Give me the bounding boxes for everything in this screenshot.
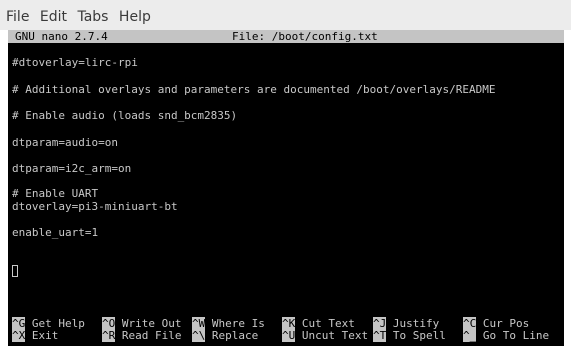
shortcut-key: ^\ xyxy=(192,329,206,342)
shortcut-label: Read File xyxy=(121,329,182,342)
shortcut-label: Exit xyxy=(31,329,59,342)
text-line[interactable]: # Enable UART xyxy=(12,187,98,200)
shortcut-key: ^X xyxy=(12,329,26,342)
shortcut-key: ^_ xyxy=(463,329,477,342)
menu-tabs[interactable]: Tabs xyxy=(77,9,108,25)
shortcut-label: Uncut Text xyxy=(301,329,369,342)
text-line[interactable]: #dtoverlay=lirc-rpi xyxy=(12,56,138,69)
text-line[interactable]: # Enable audio (loads snd_bcm2835) xyxy=(12,109,237,122)
menu-help[interactable]: Help xyxy=(119,9,151,25)
shortcut-go-to-line[interactable]: ^_ Go To Line xyxy=(463,329,550,342)
menu-file[interactable]: File xyxy=(6,9,29,25)
shortcut-key: ^T xyxy=(373,329,387,342)
shortcut-to-spell[interactable]: ^T To Spell xyxy=(373,329,446,342)
shortcut-label: To Spell xyxy=(392,329,446,342)
file-name: File: /boot/config.txt xyxy=(232,30,378,43)
text-line[interactable]: enable_uart=1 xyxy=(12,226,98,239)
menu-edit[interactable]: Edit xyxy=(40,9,67,25)
shortcut-read-file[interactable]: ^R Read File xyxy=(102,329,182,342)
shortcut-key: ^R xyxy=(102,329,116,342)
shortcut-label: Go To Line xyxy=(482,329,550,342)
menu-bar: File Edit Tabs Help xyxy=(0,0,571,30)
shortcut-key: ^U xyxy=(282,329,296,342)
shortcut-replace[interactable]: ^\ Replace xyxy=(192,329,259,342)
terminal-window[interactable]: GNU nano 2.7.4 File: /boot/config.txt #d… xyxy=(8,30,564,346)
text-line[interactable]: dtoverlay=pi3-miniuart-bt xyxy=(12,200,178,213)
text-line[interactable]: dtparam=audio=on xyxy=(12,136,118,149)
shortcut-label: Replace xyxy=(211,329,259,342)
shortcut-uncut-text[interactable]: ^U Uncut Text xyxy=(282,329,369,342)
text-line[interactable]: dtparam=i2c_arm=on xyxy=(12,162,131,175)
shortcut-exit[interactable]: ^X Exit xyxy=(12,329,59,342)
nano-title-bar: GNU nano 2.7.4 File: /boot/config.txt xyxy=(8,30,564,43)
nano-version: GNU nano 2.7.4 xyxy=(15,30,108,43)
text-line[interactable]: # Additional overlays and parameters are… xyxy=(12,83,495,96)
text-cursor xyxy=(12,265,18,277)
